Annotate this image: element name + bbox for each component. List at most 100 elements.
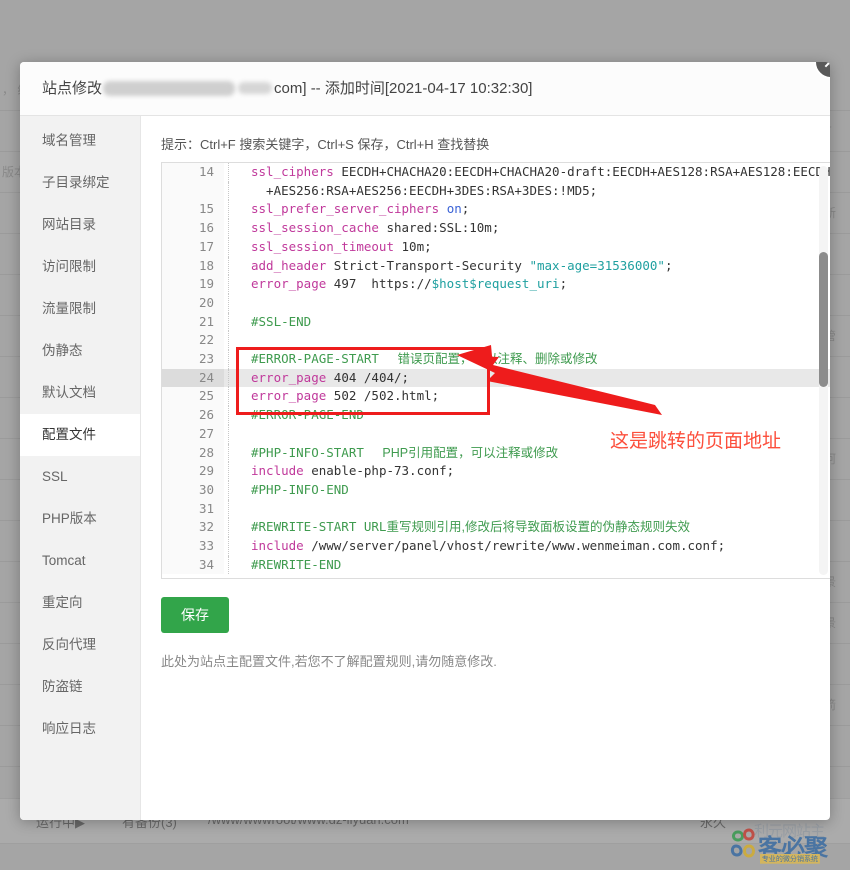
indent-guide — [228, 387, 245, 406]
code-line[interactable]: 14 ssl_ciphers EECDH+CHACHA20:EECDH+CHACH… — [162, 163, 830, 182]
indent-guide — [228, 556, 245, 575]
code-text[interactable]: ssl_session_cache shared:SSL:10m; — [245, 219, 499, 238]
indent-guide — [228, 238, 245, 257]
token: error_page — [251, 370, 326, 385]
redacted-domain-tail — [238, 82, 272, 94]
code-text[interactable]: #REWRITE-END — [245, 556, 341, 575]
line-number: 18 — [162, 257, 224, 276]
line-number: 15 — [162, 200, 224, 219]
config-file-editor[interactable]: 14 ssl_ciphers EECDH+CHACHA20:EECDH+CHACH… — [161, 162, 830, 579]
code-text[interactable]: #SSL-END — [245, 313, 311, 332]
token: EECDH+CHACHA20:EECDH+CHACHA20-draft:EECD… — [334, 164, 830, 179]
code-line[interactable]: 19error_page 497 https://$host$request_u… — [162, 275, 830, 294]
token: shared:SSL:10m; — [379, 220, 499, 235]
code-line[interactable]: 17ssl_session_timeout 10m; — [162, 238, 830, 257]
sidebar-item-7[interactable]: 配置文件 — [20, 414, 140, 456]
sidebar-item-14[interactable]: 响应日志 — [20, 708, 140, 750]
sidebar-item-8[interactable]: SSL — [20, 456, 140, 498]
sidebar-item-10[interactable]: Tomcat — [20, 540, 140, 582]
line-number: 28 — [162, 444, 224, 463]
line-number — [162, 182, 224, 201]
code-text[interactable] — [245, 294, 251, 313]
code-line[interactable]: 21#SSL-END — [162, 313, 830, 332]
sidebar-item-1[interactable]: 子目录绑定 — [20, 162, 140, 204]
token: 错误页配置，可以注释、删除或修改 — [394, 352, 597, 366]
code-line[interactable]: 32#REWRITE-START URL重写规则引用,修改后将导致面板设置的伪静… — [162, 518, 830, 537]
line-number: 30 — [162, 481, 224, 500]
code-text[interactable] — [245, 425, 251, 444]
sidebar-item-6[interactable]: 默认文档 — [20, 372, 140, 414]
code-text[interactable]: +AES256:RSA+AES256:EECDH+3DES:RSA+3DES:!… — [245, 182, 597, 201]
indent-guide — [228, 406, 245, 425]
code-text[interactable]: add_header Strict-Transport-Security "ma… — [245, 257, 672, 276]
code-text[interactable]: ssl_ciphers EECDH+CHACHA20:EECDH+CHACHA2… — [245, 163, 830, 182]
code-line[interactable]: 26#ERROR-PAGE-END — [162, 406, 830, 425]
code-line[interactable]: 24error_page 404 /404/; — [162, 369, 830, 388]
code-text[interactable]: #ERROR-PAGE-START 错误页配置，可以注释、删除或修改 — [245, 350, 597, 369]
sidebar-item-4[interactable]: 流量限制 — [20, 288, 140, 330]
indent-guide — [228, 257, 245, 276]
line-number: 14 — [162, 163, 224, 182]
code-line[interactable]: 30 #PHP-INFO-END — [162, 481, 830, 500]
code-text[interactable]: #PHP-INFO-START PHP引用配置，可以注释或修改 — [245, 444, 558, 463]
sidebar-item-11[interactable]: 重定向 — [20, 582, 140, 624]
code-line[interactable]: 22 — [162, 331, 830, 350]
indent-guide — [228, 331, 245, 350]
token: 497 https:// — [326, 276, 431, 291]
token: ; — [560, 276, 568, 291]
code-text[interactable] — [245, 500, 251, 519]
code-text[interactable]: #ERROR-PAGE-END — [245, 406, 364, 425]
token: ssl_prefer_server_ciphers — [251, 201, 439, 216]
sidebar-item-5[interactable]: 伪静态 — [20, 330, 140, 372]
code-line[interactable]: 18 add_header Strict-Transport-Security "… — [162, 257, 830, 276]
sidebar-item-3[interactable]: 访问限制 — [20, 246, 140, 288]
code-line[interactable]: 15 ssl_prefer_server_ciphers on; — [162, 200, 830, 219]
annotation-label: 这是跳转的页面地址 — [610, 426, 781, 453]
code-text[interactable]: error_page 497 https://$host$request_uri… — [245, 275, 567, 294]
code-text[interactable]: ssl_prefer_server_ciphers on; — [245, 200, 469, 219]
line-number: 27 — [162, 425, 224, 444]
sidebar-item-12[interactable]: 反向代理 — [20, 624, 140, 666]
sidebar-item-13[interactable]: 防盗链 — [20, 666, 140, 708]
config-warning-note: 此处为站点主配置文件,若您不了解配置规则,请勿随意修改. — [161, 651, 830, 670]
code-line[interactable]: 31 — [162, 500, 830, 519]
token: #REWRITE-START URL — [251, 519, 386, 534]
code-lines[interactable]: 14 ssl_ciphers EECDH+CHACHA20:EECDH+CHACH… — [162, 163, 830, 574]
indent-guide — [228, 350, 245, 369]
token — [439, 201, 447, 216]
line-number: 33 — [162, 537, 224, 556]
code-text[interactable]: error_page 502 /502.html; — [245, 387, 439, 406]
code-text[interactable]: #PHP-INFO-END — [245, 481, 349, 500]
code-line[interactable]: 34#REWRITE-END — [162, 556, 830, 575]
code-text[interactable] — [245, 331, 251, 350]
code-text[interactable]: ssl_session_timeout 10m; — [245, 238, 432, 257]
editor-scrollbar-track[interactable] — [819, 166, 828, 575]
token: #ERROR-PAGE-START — [251, 351, 394, 366]
code-text[interactable]: include /www/server/panel/vhost/rewrite/… — [245, 537, 725, 556]
indent-guide — [228, 369, 245, 388]
sidebar-item-2[interactable]: 网站目录 — [20, 204, 140, 246]
token: "max-age=31536000" — [529, 258, 664, 273]
code-text[interactable]: error_page 404 /404/; — [245, 369, 409, 388]
code-text[interactable]: include enable-php-73.conf; — [245, 462, 454, 481]
modal-title-suffix: com] -- 添加时间[2021-04-17 10:32:30] — [274, 80, 532, 97]
settings-content: 提示：Ctrl+F 搜索关键字，Ctrl+S 保存，Ctrl+H 查找替换 14… — [141, 116, 830, 820]
code-line[interactable]: 33 include /www/server/panel/vhost/rewrit… — [162, 537, 830, 556]
code-text[interactable]: #REWRITE-START URL重写规则引用,修改后将导致面板设置的伪静态规… — [245, 518, 690, 537]
sidebar-item-0[interactable]: 域名管理 — [20, 120, 140, 162]
code-line[interactable]: 25error_page 502 /502.html; — [162, 387, 830, 406]
sidebar-item-9[interactable]: PHP版本 — [20, 498, 140, 540]
code-line[interactable]: +AES256:RSA+AES256:EECDH+3DES:RSA+3DES:!… — [162, 182, 830, 201]
line-number: 23 — [162, 350, 224, 369]
code-line[interactable]: 20 — [162, 294, 830, 313]
save-button[interactable]: 保存 — [161, 597, 229, 633]
indent-guide — [228, 294, 245, 313]
code-line[interactable]: 29include enable-php-73.conf; — [162, 462, 830, 481]
token: #PHP-INFO-END — [251, 482, 349, 497]
token: ssl_session_timeout — [251, 239, 394, 254]
editor-scrollbar-thumb[interactable] — [819, 252, 828, 387]
code-line[interactable]: 16ssl_session_cache shared:SSL:10m; — [162, 219, 830, 238]
token: Strict-Transport-Security — [326, 258, 529, 273]
close-icon[interactable] — [814, 62, 830, 79]
code-line[interactable]: 23 #ERROR-PAGE-START 错误页配置，可以注释、删除或修改 — [162, 350, 830, 369]
